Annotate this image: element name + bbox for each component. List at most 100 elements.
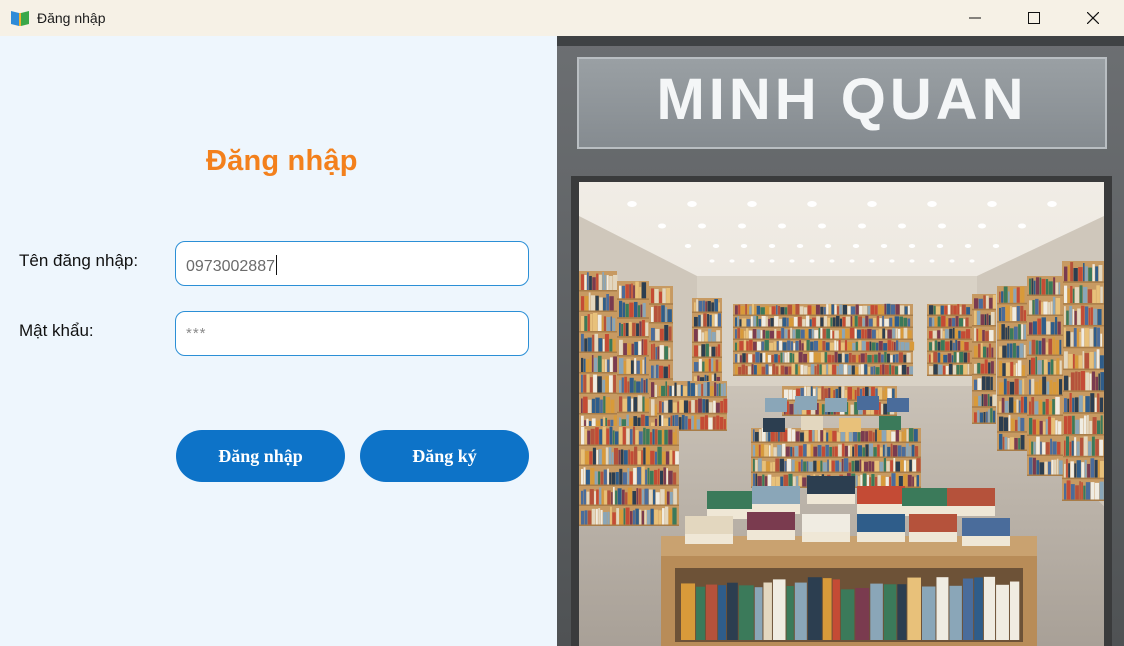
book — [770, 318, 774, 327]
book — [645, 446, 650, 465]
ceiling-light — [849, 259, 855, 263]
book — [1007, 437, 1010, 450]
book — [830, 329, 833, 339]
book — [807, 305, 812, 315]
maximize-button[interactable] — [1005, 0, 1063, 36]
book — [619, 358, 624, 374]
book — [625, 323, 629, 337]
shelf-board — [692, 311, 722, 313]
book — [1009, 343, 1013, 358]
book — [953, 351, 957, 363]
book — [989, 396, 993, 407]
book — [1100, 415, 1103, 435]
book — [877, 475, 881, 487]
minimize-button[interactable] — [946, 0, 1004, 36]
shelf-board — [579, 444, 679, 446]
book — [700, 416, 705, 430]
book — [672, 450, 675, 465]
password-value: *** — [186, 325, 207, 342]
shelf-board — [1062, 455, 1104, 458]
book — [1085, 396, 1090, 413]
book — [767, 474, 772, 487]
book — [1067, 398, 1070, 413]
close-button[interactable] — [1064, 0, 1122, 36]
book — [709, 314, 712, 327]
book-cover — [685, 516, 733, 534]
book — [916, 475, 920, 487]
book — [865, 431, 869, 442]
book — [623, 508, 626, 525]
book — [849, 327, 855, 339]
book — [792, 305, 796, 315]
book — [1023, 396, 1028, 413]
book — [602, 271, 604, 290]
book — [848, 445, 850, 457]
book — [983, 295, 986, 309]
book — [848, 462, 852, 472]
book — [613, 447, 619, 465]
book — [668, 326, 672, 341]
book — [1064, 483, 1067, 500]
book — [742, 353, 746, 363]
book — [847, 306, 851, 315]
book — [680, 384, 683, 397]
book — [760, 443, 764, 457]
book — [753, 365, 757, 375]
book — [609, 426, 613, 445]
book — [1087, 289, 1093, 304]
shelf-board — [733, 362, 913, 364]
book — [832, 446, 835, 457]
book — [1100, 333, 1103, 347]
book — [645, 469, 648, 485]
book — [716, 330, 721, 342]
book — [748, 330, 753, 339]
book — [1096, 349, 1100, 369]
book — [821, 386, 824, 400]
book — [942, 365, 946, 375]
book — [1066, 331, 1071, 347]
book — [688, 401, 691, 413]
book — [777, 444, 782, 457]
book — [611, 492, 613, 505]
book — [814, 330, 819, 339]
login-button[interactable]: Đăng nhập — [176, 430, 345, 482]
register-button[interactable]: Đăng ký — [360, 430, 529, 482]
book — [655, 328, 660, 341]
ceiling-light — [987, 201, 997, 207]
password-input[interactable] — [175, 311, 529, 356]
book — [698, 329, 702, 342]
book — [716, 415, 720, 430]
book — [711, 332, 716, 342]
book — [960, 340, 964, 351]
book — [707, 382, 710, 397]
book — [823, 316, 828, 327]
book — [757, 364, 762, 375]
book-cover — [752, 486, 800, 504]
book — [795, 304, 800, 315]
book — [822, 578, 832, 640]
book — [1090, 458, 1095, 478]
book — [820, 430, 824, 442]
book — [1066, 480, 1071, 500]
book — [599, 297, 603, 311]
book — [632, 510, 635, 525]
book — [1036, 460, 1040, 475]
book — [1002, 345, 1007, 358]
book — [640, 304, 643, 318]
book — [877, 444, 880, 457]
book — [787, 304, 793, 315]
book — [636, 381, 641, 393]
book — [986, 295, 989, 309]
book — [596, 273, 599, 290]
book — [1014, 378, 1019, 395]
book — [909, 459, 912, 472]
book — [906, 443, 909, 457]
ceiling-light — [867, 201, 877, 207]
book — [714, 314, 718, 327]
book — [653, 305, 658, 322]
book — [717, 313, 722, 327]
book — [1057, 321, 1061, 335]
book — [1079, 481, 1081, 500]
book — [773, 341, 777, 351]
book-cover — [857, 514, 905, 532]
